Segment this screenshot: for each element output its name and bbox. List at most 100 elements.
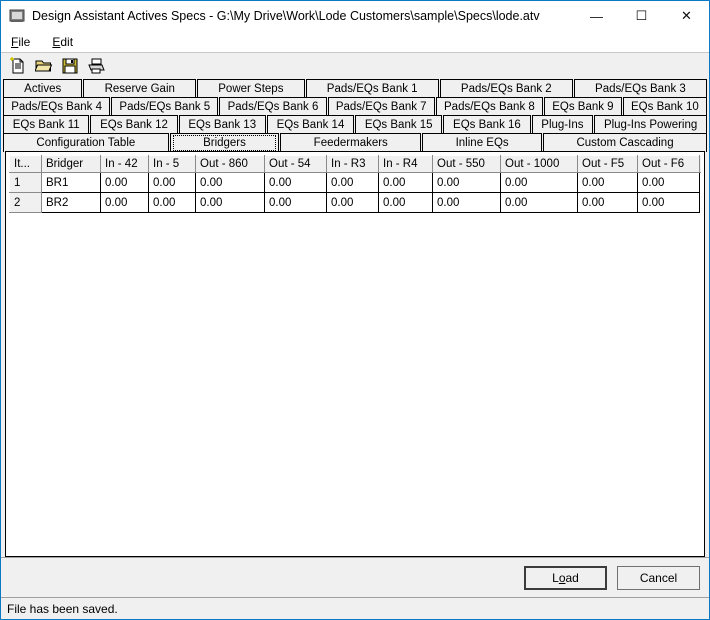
table-header-cell[interactable]: Bridger xyxy=(41,155,101,173)
table-cell[interactable]: 0.00 xyxy=(378,192,433,213)
table-header-cell[interactable]: In - 42 xyxy=(100,155,149,173)
title-bar: Design Assistant Actives Specs - G:\My D… xyxy=(1,1,709,31)
table-cell[interactable]: 0.00 xyxy=(100,172,149,193)
tab-inline-eqs[interactable]: Inline EQs xyxy=(422,133,543,152)
tab-label: Pads/EQs Bank 7 xyxy=(335,101,427,113)
application-window: Design Assistant Actives Specs - G:\My D… xyxy=(0,0,710,620)
table-row[interactable]: 2 BR2 0.00 0.00 0.00 0.00 0.00 0.00 0.00 0.00 0.00… xyxy=(9,192,701,213)
tab-pads-eqs-bank-4[interactable]: Pads/EQs Bank 4 xyxy=(3,97,111,116)
tab-eqs-bank-15[interactable]: EQs Bank 15 xyxy=(355,115,443,134)
table-cell[interactable]: 0.00 xyxy=(195,172,265,193)
table-cell[interactable]: 0.00 xyxy=(577,192,638,213)
table-cell[interactable]: 0.00 xyxy=(100,192,149,213)
table-cell[interactable]: BR2 xyxy=(41,192,101,213)
cancel-button-label: Cancel xyxy=(639,570,678,585)
tab-pads-eqs-bank-1[interactable]: Pads/EQs Bank 1 xyxy=(305,79,439,98)
table-header-row: It... Bridger In - 42 In - 5 Out - 860 Out - … xyxy=(9,155,701,173)
table-cell[interactable]: 0.00 xyxy=(326,192,379,213)
tab-pads-eqs-bank-8[interactable]: Pads/EQs Bank 8 xyxy=(435,97,544,116)
table-cell[interactable]: 0.00 xyxy=(148,172,196,193)
table-header-cell[interactable]: Out - 860 xyxy=(195,155,265,173)
table-cell[interactable]: 0.00 xyxy=(326,172,379,193)
open-folder-icon[interactable] xyxy=(31,54,57,78)
tab-eqs-bank-12[interactable]: EQs Bank 12 xyxy=(90,115,178,134)
table-cell[interactable]: 0.00 xyxy=(577,172,638,193)
tab-label: EQs Bank 9 xyxy=(552,101,614,113)
load-button[interactable]: Load xyxy=(524,565,607,590)
table-header-cell[interactable]: In - 5 xyxy=(148,155,196,173)
tab-pads-eqs-bank-3[interactable]: Pads/EQs Bank 3 xyxy=(573,79,707,98)
tab-label: Plug-Ins xyxy=(541,119,584,131)
row-header-cell[interactable]: 1 xyxy=(9,172,42,193)
tab-eqs-bank-16[interactable]: EQs Bank 16 xyxy=(443,115,531,134)
tab-eqs-bank-9[interactable]: EQs Bank 9 xyxy=(544,97,622,116)
save-floppy-icon[interactable] xyxy=(57,54,83,78)
table-header-cell[interactable]: Out - 54 xyxy=(264,155,327,173)
tab-label: Pads/EQs Bank 8 xyxy=(444,101,535,113)
tab-eqs-bank-10[interactable]: EQs Bank 10 xyxy=(622,97,707,116)
tab-reserve-gain[interactable]: Reserve Gain xyxy=(83,79,197,98)
table-cell[interactable]: 0.00 xyxy=(500,172,578,193)
tab-eqs-bank-14[interactable]: EQs Bank 14 xyxy=(266,115,355,134)
tab-bridgers[interactable]: Bridgers xyxy=(169,133,280,152)
toolbar xyxy=(1,52,709,79)
table-header-filler[interactable] xyxy=(699,155,701,173)
tab-power-steps[interactable]: Power Steps xyxy=(197,79,305,98)
grid-scroll-region[interactable]: It... Bridger In - 42 In - 5 Out - 860 Out - … xyxy=(9,155,701,553)
tab-label: EQs Bank 14 xyxy=(276,119,345,131)
footer-bar: Load Cancel xyxy=(1,557,709,597)
menu-item-file[interactable]: File xyxy=(9,34,40,50)
table-header-cell[interactable]: Out - F5 xyxy=(577,155,638,173)
close-button[interactable]: ✕ xyxy=(664,1,709,31)
table-header-cell[interactable]: In - R4 xyxy=(378,155,433,173)
menu-item-edit[interactable]: Edit xyxy=(50,34,83,50)
grid-panel: It... Bridger In - 42 In - 5 Out - 860 Out - … xyxy=(5,151,705,557)
table-cell[interactable]: 0.00 xyxy=(148,192,196,213)
tab-label: Configuration Table xyxy=(36,137,136,149)
tab-label: Pads/EQs Bank 6 xyxy=(227,101,319,113)
print-icon[interactable] xyxy=(83,54,109,78)
tab-pads-eqs-bank-2[interactable]: Pads/EQs Bank 2 xyxy=(439,79,573,98)
table-cell[interactable]: 0.00 xyxy=(500,192,578,213)
minimize-button[interactable]: — xyxy=(574,1,619,31)
tab-label: Pads/EQs Bank 1 xyxy=(326,83,418,95)
window-title: Design Assistant Actives Specs - G:\My D… xyxy=(32,9,540,23)
tab-plug-ins[interactable]: Plug-Ins xyxy=(531,115,594,134)
tab-label: Feedermakers xyxy=(313,137,388,149)
table-cell[interactable]: 0.00 xyxy=(637,192,700,213)
tab-eqs-bank-11[interactable]: EQs Bank 11 xyxy=(3,115,90,134)
tab-pads-eqs-bank-7[interactable]: Pads/EQs Bank 7 xyxy=(327,97,435,116)
table-cell[interactable]: BR1 xyxy=(41,172,101,193)
tab-actives[interactable]: Actives xyxy=(3,79,83,98)
tab-row-2: Pads/EQs Bank 4 Pads/EQs Bank 5 Pads/EQs B… xyxy=(3,97,707,116)
table-cell[interactable]: 0.00 xyxy=(195,192,265,213)
table-cell[interactable]: 0.00 xyxy=(432,172,501,193)
table-cell[interactable]: 0.00 xyxy=(264,172,327,193)
load-button-label: Load xyxy=(552,570,579,585)
tab-label: Pads/EQs Bank 4 xyxy=(11,101,102,113)
tab-configuration-table[interactable]: Configuration Table xyxy=(3,133,169,152)
tab-pads-eqs-bank-6[interactable]: Pads/EQs Bank 6 xyxy=(219,97,327,116)
table-header-cell[interactable]: Out - 550 xyxy=(432,155,501,173)
tab-label: EQs Bank 11 xyxy=(12,119,80,131)
table-header-cell[interactable]: Out - 1000 xyxy=(500,155,578,173)
table-header-cell[interactable]: It... xyxy=(9,155,42,173)
table-header-cell[interactable]: In - R3 xyxy=(326,155,379,173)
table-row[interactable]: 1 BR1 0.00 0.00 0.00 0.00 0.00 0.00 0.00 0.00 0.00… xyxy=(9,172,701,193)
table-cell[interactable]: 0.00 xyxy=(378,172,433,193)
table-cell[interactable]: 0.00 xyxy=(264,192,327,213)
table-cell[interactable]: 0.00 xyxy=(432,192,501,213)
tab-eqs-bank-13[interactable]: EQs Bank 13 xyxy=(178,115,266,134)
new-document-icon[interactable] xyxy=(5,54,31,78)
tab-label: Actives xyxy=(24,83,62,95)
table-cell[interactable]: 0.00 xyxy=(637,172,700,193)
status-bar: File has been saved. xyxy=(1,597,709,619)
cancel-button[interactable]: Cancel xyxy=(617,565,700,590)
tab-pads-eqs-bank-5[interactable]: Pads/EQs Bank 5 xyxy=(111,97,219,116)
row-header-cell[interactable]: 2 xyxy=(9,192,42,213)
tab-plug-ins-powering[interactable]: Plug-Ins Powering xyxy=(594,115,707,134)
maximize-button[interactable]: ☐ xyxy=(619,1,664,31)
tab-custom-cascading[interactable]: Custom Cascading xyxy=(543,133,707,152)
tab-feedermakers[interactable]: Feedermakers xyxy=(280,133,422,152)
table-header-cell[interactable]: Out - F6 xyxy=(637,155,700,173)
